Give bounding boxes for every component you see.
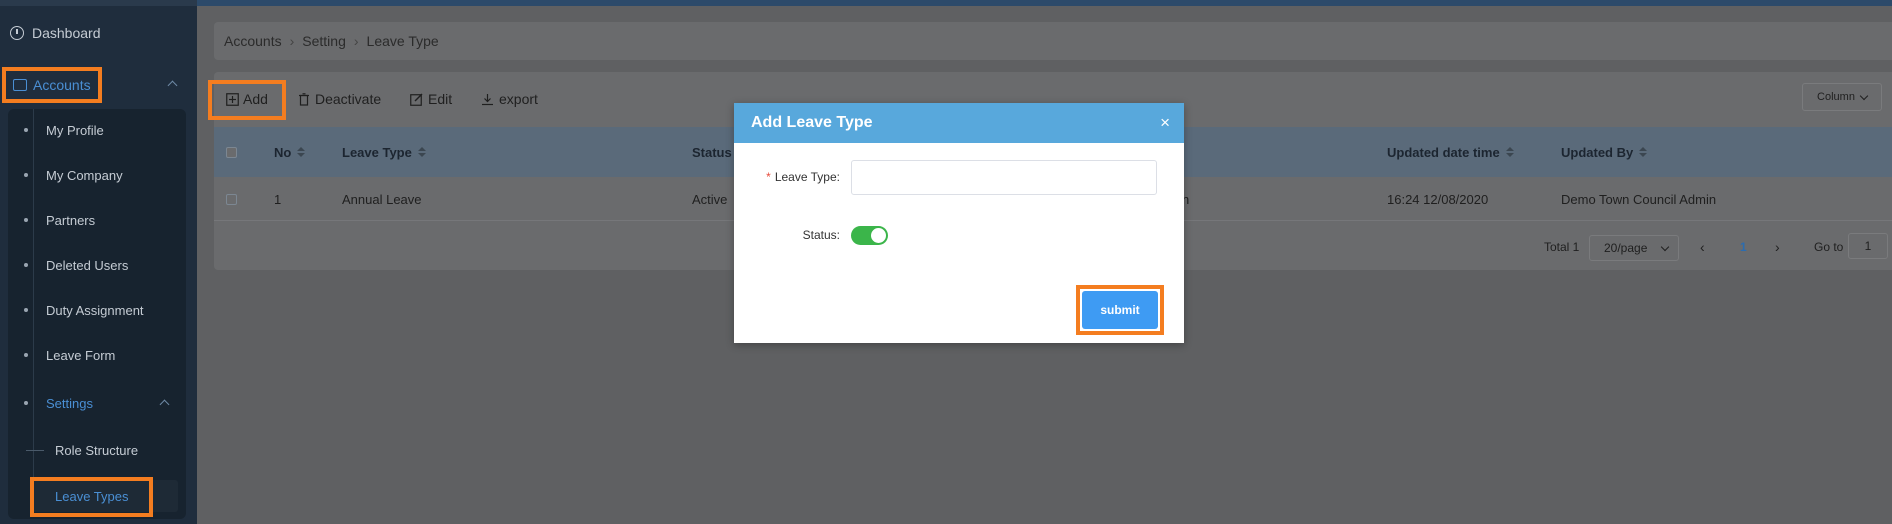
cell-status: Active: [692, 191, 728, 207]
sidebar-top-strip: [0, 0, 197, 6]
dashboard-icon: [10, 26, 24, 40]
sidebar-item-label: Deleted Users: [46, 257, 129, 273]
sidebar-item-my-profile[interactable]: My Profile: [8, 119, 186, 141]
column-header-label: Updated date time: [1387, 144, 1500, 160]
sort-icon[interactable]: [417, 147, 426, 157]
accounts-submenu: My Profile My Company Partners Deleted U…: [8, 109, 186, 519]
column-header-updated-date-time[interactable]: Updated date time: [1387, 127, 1514, 177]
chevron-down-icon: [1859, 91, 1869, 100]
submit-button[interactable]: submit: [1082, 291, 1158, 329]
nav-dashboard-label: Dashboard: [32, 25, 101, 41]
column-header-leave-type[interactable]: Leave Type: [342, 127, 426, 177]
leave-type-input[interactable]: [851, 160, 1157, 195]
edit-icon: [410, 93, 423, 106]
nav-accounts-label: Accounts: [33, 77, 91, 93]
column-button[interactable]: Column: [1802, 83, 1882, 111]
sidebar-item-label: Leave Form: [46, 347, 116, 363]
sidebar-item-deleted-users[interactable]: Deleted Users: [8, 254, 186, 276]
checkbox[interactable]: [226, 146, 237, 158]
bullet-icon: [24, 308, 28, 312]
tree-dash: [26, 449, 44, 451]
dialog-header: Add Leave Type: [734, 103, 1184, 143]
sidebar-item-label: My Profile: [46, 122, 104, 138]
leave-type-label: * Leave Type:: [766, 167, 840, 187]
cell-updated-date-time: 16:24 12/08/2020: [1387, 191, 1489, 207]
cell-updated-by: Demo Town Council Admin: [1561, 191, 1717, 207]
checkbox[interactable]: [226, 193, 237, 205]
dialog-title: Add Leave Type: [751, 114, 873, 131]
column-header-updated-by[interactable]: Updated By: [1561, 127, 1648, 177]
sidebar-item-role-structure[interactable]: Role Structure: [8, 439, 138, 461]
column-label: Column: [1817, 91, 1855, 103]
edit-label: Edit: [428, 91, 453, 107]
goto-page-input[interactable]: 1: [1848, 233, 1888, 259]
goto-label: Go to: [1814, 240, 1844, 254]
bullet-icon: [24, 128, 28, 132]
sidebar-item-duty-assignment[interactable]: Duty Assignment: [8, 299, 186, 321]
export-button[interactable]: export: [481, 87, 538, 111]
trash-icon: [299, 92, 309, 106]
breadcrumb-item[interactable]: Accounts: [224, 33, 282, 49]
status-toggle[interactable]: [851, 226, 888, 245]
nav-dashboard[interactable]: Dashboard: [10, 22, 101, 44]
bullet-icon: [24, 173, 28, 177]
edit-button[interactable]: Edit: [410, 87, 452, 111]
add-button[interactable]: Add: [226, 87, 268, 111]
sidebar-item-label: My Company: [46, 167, 123, 183]
bullet-icon: [24, 218, 28, 222]
highlight-box-leave-types: [30, 477, 153, 517]
column-header-no[interactable]: No: [274, 127, 306, 177]
required-marker: *: [766, 170, 771, 184]
accounts-icon: [13, 79, 27, 91]
cell-no: 1: [274, 191, 282, 207]
chevron-down-icon: [1660, 242, 1670, 252]
select-all-checkbox[interactable]: [226, 127, 237, 177]
breadcrumb-item[interactable]: Setting: [302, 33, 346, 49]
sidebar-item-my-company[interactable]: My Company: [8, 164, 186, 186]
leave-type-label-text: Leave Type:: [774, 170, 840, 184]
export-label: export: [499, 91, 538, 107]
chevron-right-icon: ›: [353, 33, 359, 49]
status-label: Status:: [802, 228, 840, 242]
sidebar-item-label: Partners: [46, 212, 96, 228]
row-checkbox-cell[interactable]: [226, 177, 237, 221]
download-icon: [482, 93, 493, 105]
sort-icon[interactable]: [297, 147, 306, 157]
breadcrumb: Accounts › Setting › Leave Type: [214, 22, 1892, 60]
top-strip: [197, 0, 1892, 6]
sidebar-item-leave-form[interactable]: Leave Form: [8, 344, 186, 366]
sort-icon[interactable]: [1639, 147, 1648, 157]
column-header-label: Updated By: [1561, 144, 1634, 160]
column-header-label: Leave Type: [342, 144, 412, 160]
sidebar-item-label: Role Structure: [55, 442, 139, 458]
column-header-label: No: [274, 144, 292, 160]
prev-page-icon[interactable]: ‹: [1700, 233, 1705, 261]
page-size-select[interactable]: 20/page: [1589, 235, 1679, 261]
page-number[interactable]: 1: [1740, 233, 1747, 261]
sidebar-item-label: Settings: [46, 395, 93, 411]
bullet-icon: [24, 401, 28, 405]
bullet-icon: [24, 263, 28, 267]
deactivate-button[interactable]: Deactivate: [298, 87, 381, 111]
page-size-value: 20/page: [1604, 241, 1648, 255]
sidebar-item-partners[interactable]: Partners: [8, 209, 186, 231]
deactivate-label: Deactivate: [315, 91, 382, 107]
sort-icon[interactable]: [1505, 147, 1514, 157]
chevron-right-icon: ›: [289, 33, 295, 49]
breadcrumb-item: Leave Type: [366, 33, 439, 49]
cell-leave-type: Annual Leave: [342, 191, 422, 207]
sidebar: Dashboard Accounts My Profile My Company…: [0, 0, 197, 524]
nav-accounts[interactable]: Accounts: [2, 67, 102, 103]
close-icon[interactable]: ×: [1160, 113, 1170, 133]
bullet-icon: [24, 353, 28, 357]
add-leave-type-dialog: Add Leave Type × * Leave Type: Status: s…: [734, 103, 1184, 343]
next-page-icon[interactable]: ›: [1775, 233, 1780, 261]
add-label: Add: [243, 91, 268, 107]
pagination-total: Total 1: [1544, 240, 1580, 254]
column-header-label: Status: [692, 144, 732, 160]
sidebar-item-label: Duty Assignment: [46, 302, 144, 318]
chevron-up-icon[interactable]: [167, 80, 178, 91]
plus-square-icon: [226, 92, 239, 106]
column-header-status[interactable]: Status: [692, 127, 732, 177]
